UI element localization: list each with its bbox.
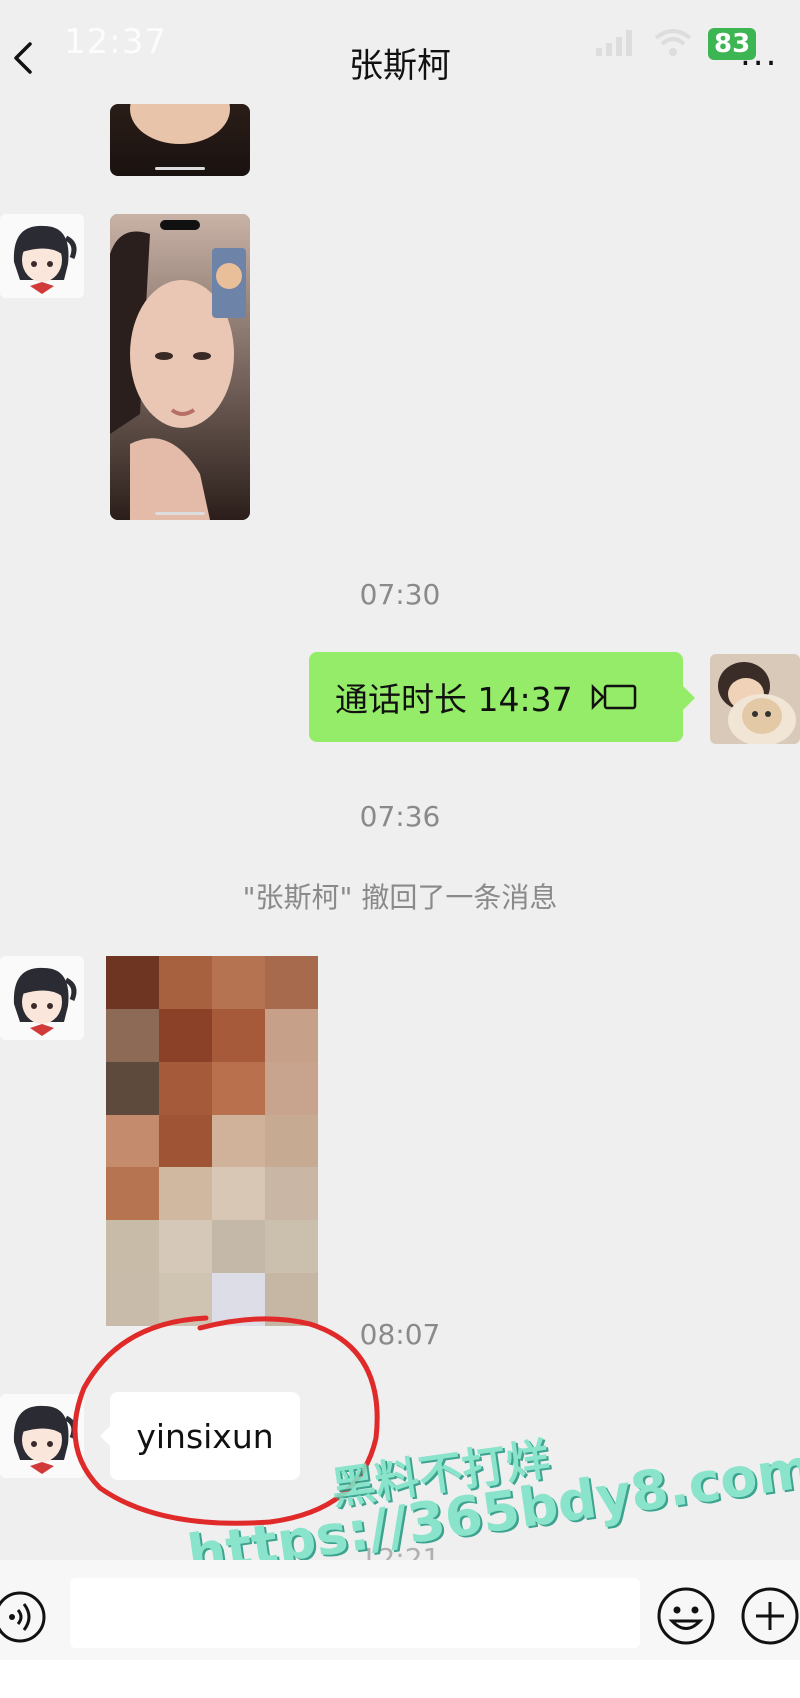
message-input[interactable] xyxy=(70,1578,640,1648)
chat-area[interactable]: 12:37 张斯柯 83 ... 07:30 通话时长 14:37 07:36 … xyxy=(0,0,800,1560)
timestamp: 07:30 xyxy=(359,578,441,611)
image-message-partial[interactable] xyxy=(110,104,250,176)
plus-icon[interactable] xyxy=(740,1586,800,1646)
avatar[interactable] xyxy=(0,956,84,1040)
image-message-pixelated[interactable] xyxy=(106,956,318,1326)
face-crop xyxy=(130,104,230,144)
wifi-icon xyxy=(654,29,692,56)
more-icon[interactable]: ... xyxy=(740,34,778,74)
call-duration-text: 通话时长 14:37 xyxy=(335,680,573,719)
avatar[interactable] xyxy=(0,214,84,298)
bottom-strip xyxy=(0,1660,800,1698)
self-avatar[interactable] xyxy=(710,654,800,744)
image-message-video-call[interactable] xyxy=(110,214,250,520)
call-record-bubble[interactable]: 通话时长 14:37 xyxy=(309,652,695,742)
home-indicator xyxy=(155,167,205,170)
emoji-icon[interactable] xyxy=(656,1586,716,1646)
recall-notice: "张斯柯" 撤回了一条消息 xyxy=(242,881,558,914)
voice-icon[interactable] xyxy=(0,1590,50,1644)
signal-icon xyxy=(596,30,632,56)
video-call-icon xyxy=(591,683,636,711)
timestamp: 07:36 xyxy=(359,800,441,833)
